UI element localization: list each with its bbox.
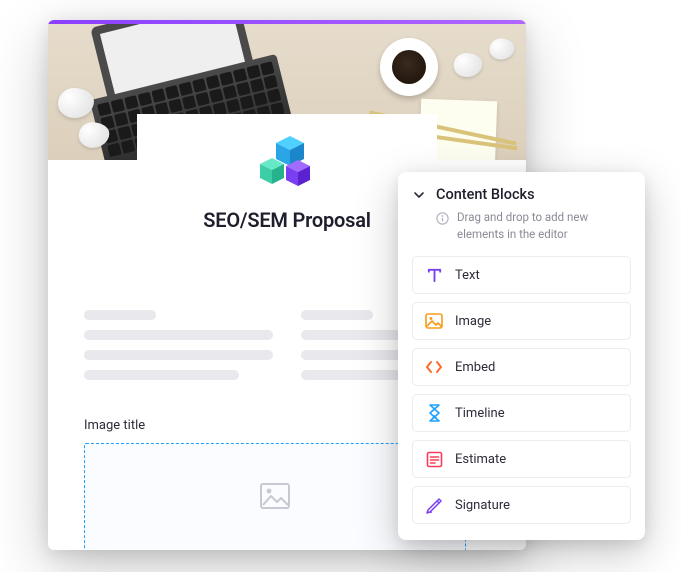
panel-hint: Drag and drop to add new elements in the… <box>412 209 631 242</box>
block-item-signature[interactable]: Signature <box>412 486 631 524</box>
info-icon <box>436 210 449 223</box>
skeleton-line <box>84 330 273 340</box>
timeline-icon <box>425 404 443 422</box>
block-item-timeline[interactable]: Timeline <box>412 394 631 432</box>
block-label: Timeline <box>455 406 505 421</box>
document-title[interactable]: SEO/SEM Proposal <box>137 208 437 232</box>
skeleton-line <box>84 310 156 320</box>
block-item-embed[interactable]: Embed <box>412 348 631 386</box>
document-body: SEO/SEM Proposal <box>137 114 437 232</box>
block-item-image[interactable]: Image <box>412 302 631 340</box>
block-label: Image <box>455 314 491 329</box>
chevron-down-icon <box>412 188 426 202</box>
content-blocks-panel: Content Blocks Drag and drop to add new … <box>398 172 645 540</box>
logo-cubes-icon <box>254 136 320 192</box>
block-label: Embed <box>455 360 495 375</box>
signature-icon <box>425 496 443 514</box>
paper-ball-illustration <box>58 88 94 118</box>
block-label: Estimate <box>455 452 506 467</box>
paper-ball-illustration <box>454 53 483 77</box>
block-label: Text <box>455 268 480 283</box>
skeleton-line <box>84 370 239 380</box>
panel-hint-text: Drag and drop to add new elements in the… <box>457 209 631 242</box>
skeleton-line <box>84 350 273 360</box>
block-label: Signature <box>455 498 510 513</box>
coffee-mug-illustration <box>380 38 438 96</box>
image-placeholder-icon <box>260 483 290 513</box>
embed-icon <box>425 358 443 376</box>
block-item-estimate[interactable]: Estimate <box>412 440 631 478</box>
image-icon <box>425 312 443 330</box>
panel-header[interactable]: Content Blocks <box>412 186 631 203</box>
text-icon <box>425 266 443 284</box>
paper-ball-illustration <box>489 39 514 60</box>
skeleton-line <box>301 310 373 320</box>
estimate-icon <box>425 450 443 468</box>
panel-title: Content Blocks <box>436 186 535 203</box>
block-item-text[interactable]: Text <box>412 256 631 294</box>
